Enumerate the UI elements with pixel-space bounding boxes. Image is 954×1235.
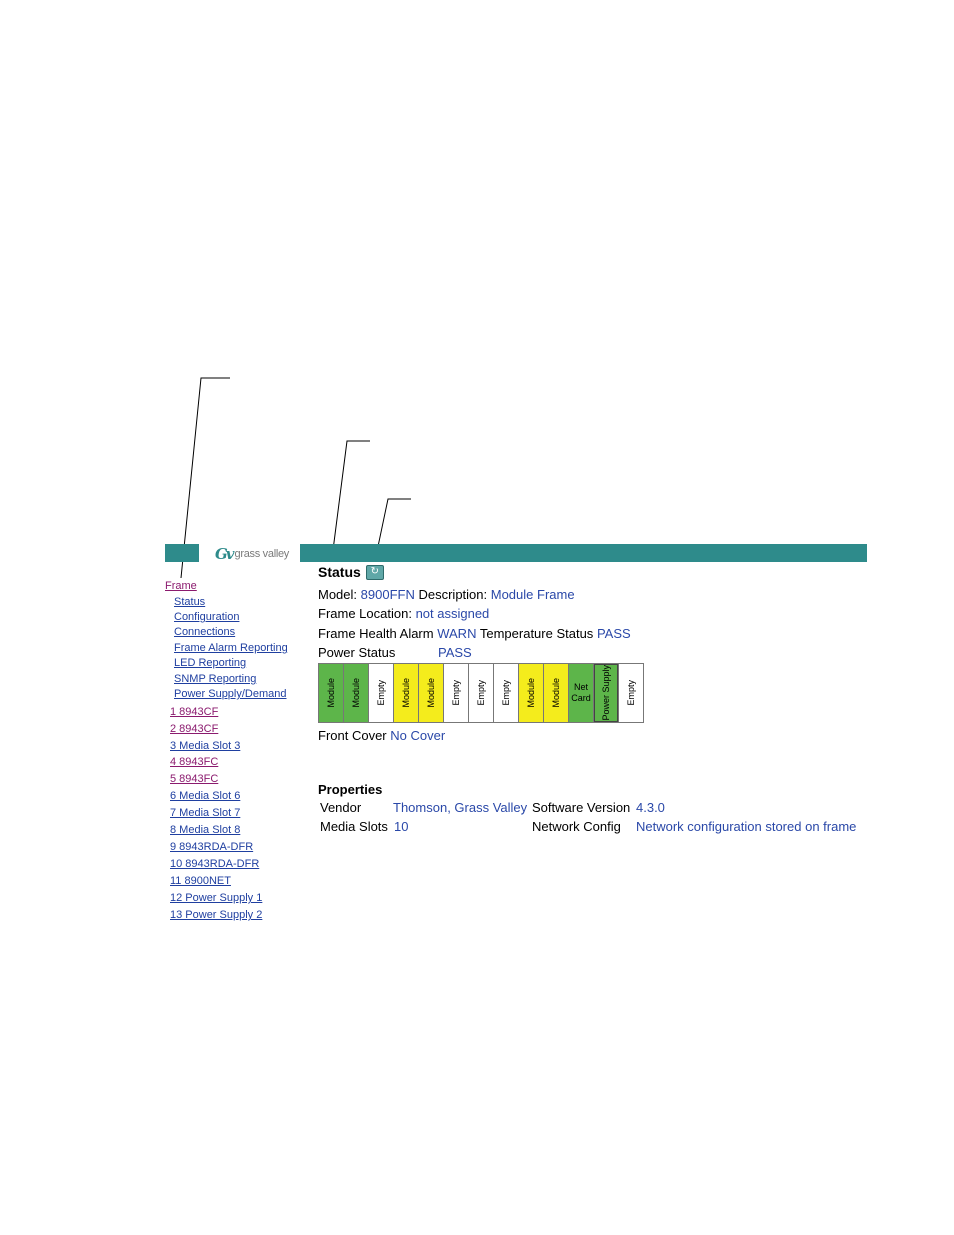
description-label: Description: [418, 587, 488, 602]
properties-heading: Properties [318, 782, 383, 797]
nav-frame-link[interactable]: Frame [165, 580, 197, 593]
nav-power-supply-demand-link[interactable]: Power Supply/Demand [174, 688, 287, 701]
page-title: Status [318, 564, 361, 580]
nav-slot-13-link[interactable]: 13 Power Supply 2 [170, 909, 262, 922]
power-label: Power Status [318, 645, 396, 660]
frame-slot-6[interactable]: Empty [444, 664, 469, 722]
nav-slot-10-link[interactable]: 10 8943RDA-DFR [170, 858, 259, 871]
refresh-icon: ↻ [370, 566, 379, 577]
model-value: 8900FFN [360, 587, 415, 602]
temperature-label: Temperature Status [479, 626, 594, 641]
frame-slot-8[interactable]: Empty [494, 664, 519, 722]
nav-slot-12-link[interactable]: 12 Power Supply 1 [170, 892, 262, 905]
frame-slot-label: Empty [451, 680, 461, 706]
nav-slot-3-link[interactable]: 3 Media Slot 3 [170, 740, 240, 753]
media-slots-value: 10 [394, 819, 409, 834]
callout-status-line [331, 440, 370, 559]
frame-slot-label: Empty [626, 680, 636, 706]
frame-slot-5[interactable]: Module [419, 664, 444, 722]
nav-slot-9-link[interactable]: 9 8943RDA-DFR [170, 841, 253, 854]
temperature-value: PASS [596, 626, 631, 641]
header-bar-right [300, 544, 867, 562]
description-value: Module Frame [490, 587, 575, 602]
header-bar-left [165, 544, 199, 562]
vendor-label: Vendor [320, 800, 362, 815]
frame-slot-label: Empty [476, 680, 486, 706]
frame-slot-label: Power Supply [601, 665, 611, 721]
logo-mark: Gv [215, 545, 234, 563]
health-value: WARN [437, 626, 477, 641]
refresh-button[interactable]: ↻ [365, 564, 384, 580]
nav-slot-7-link[interactable]: 7 Media Slot 7 [170, 807, 240, 820]
frame-slot-7[interactable]: Empty [469, 664, 494, 722]
frame-slot-graphic: Module Module Empty Module Module Empty Empty E… [318, 663, 644, 723]
frame-slot-label: Module [526, 678, 536, 708]
location-label: Frame Location: [318, 606, 412, 621]
health-row: Frame Health Alarm WARN Temperature Stat… [318, 626, 631, 642]
frame-slot-13[interactable]: Empty [619, 664, 643, 722]
logo-text: grass valley [234, 548, 290, 560]
software-version-value: 4.3.0 [636, 800, 665, 815]
nav-slot-2-link[interactable]: 2 8943CF [170, 723, 218, 736]
nav-slot-1-link[interactable]: 1 8943CF [170, 706, 218, 719]
frame-slot-label: Module [351, 678, 361, 708]
front-cover-value: No Cover [390, 728, 446, 743]
frame-slot-4[interactable]: Module [394, 664, 419, 722]
nav-slot-6-link[interactable]: 6 Media Slot 6 [170, 790, 240, 803]
nav-led-reporting-link[interactable]: LED Reporting [174, 657, 246, 670]
location-value: not assigned [415, 606, 490, 621]
network-config-value: Network configuration stored on frame [636, 819, 857, 834]
front-cover-label: Front Cover [318, 728, 387, 743]
frame-slot-label: Module [326, 678, 336, 708]
nav-connections-link[interactable]: Connections [174, 626, 235, 639]
power-value: PASS [438, 645, 472, 660]
nav-frame-alarm-reporting-link[interactable]: Frame Alarm Reporting [174, 642, 288, 655]
nav-status-link[interactable]: Status [174, 596, 205, 609]
grass-valley-logo: Gv grass valley [215, 545, 289, 563]
frame-slot-label: Empty [501, 680, 511, 706]
model-row: Model: 8900FFN Description: Module Frame [318, 587, 575, 603]
frame-slot-11[interactable]: Net Card [569, 664, 594, 722]
media-slots-label: Media Slots [320, 819, 388, 834]
model-label: Model: [318, 587, 358, 602]
frame-slot-9[interactable]: Module [519, 664, 544, 722]
nav-slot-5-link[interactable]: 5 8943FC [170, 773, 218, 786]
nav-slot-11-link[interactable]: 11 8900NET [170, 875, 231, 888]
frame-slot-2[interactable]: Module [344, 664, 369, 722]
status-title-row: Status ↻ [318, 564, 384, 580]
nav-slot-4-link[interactable]: 4 8943FC [170, 756, 218, 769]
frame-slot-label: Empty [376, 680, 386, 706]
nav-slot-8-link[interactable]: 8 Media Slot 8 [170, 824, 240, 837]
frame-slot-label: Module [426, 678, 436, 708]
front-cover-row: Front Cover No Cover [318, 728, 445, 744]
vendor-value: Thomson, Grass Valley [393, 800, 528, 815]
nav-snmp-reporting-link[interactable]: SNMP Reporting [174, 673, 256, 686]
health-label: Frame Health Alarm [318, 626, 434, 641]
frame-slot-label: Net Card [571, 682, 591, 703]
frame-slot-1[interactable]: Module [319, 664, 344, 722]
network-config-label: Network Config [532, 819, 621, 834]
frame-slot-12[interactable]: Power Supply [594, 664, 619, 722]
nav-configuration-link[interactable]: Configuration [174, 611, 239, 624]
frame-slot-3[interactable]: Empty [369, 664, 394, 722]
software-version-label: Software Version [532, 800, 631, 815]
frame-slot-10[interactable]: Module [544, 664, 569, 722]
location-row: Frame Location: not assigned [318, 606, 489, 622]
frame-slot-label: Module [401, 678, 411, 708]
frame-slot-label: Module [551, 678, 561, 708]
power-row: Power Status PASS [318, 645, 472, 661]
